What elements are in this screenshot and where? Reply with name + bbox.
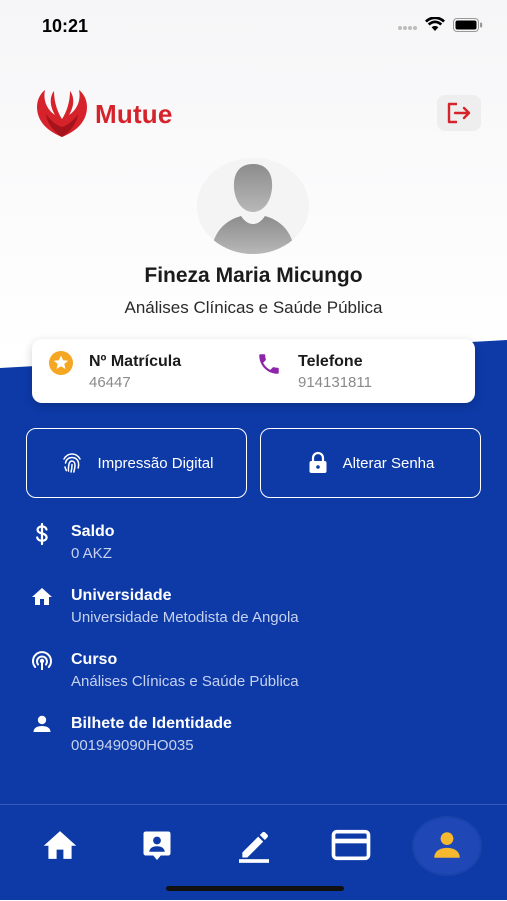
brand-name: Mutue <box>95 98 173 129</box>
broadcast-icon <box>32 651 52 670</box>
home-indicator <box>166 886 344 891</box>
user-course: Análises Clínicas e Saúde Pública <box>124 298 383 317</box>
matricula-label: Nº Matrícula <box>89 353 182 370</box>
nav-home[interactable] <box>35 820 85 870</box>
brand-logo: Mutue <box>33 87 173 141</box>
detail-bilhete-title: Bilhete de Identidade <box>71 715 232 732</box>
person-icon <box>33 715 51 732</box>
telefone-value: 914131811 <box>298 374 372 391</box>
user-name: Fineza Maria Micungo <box>144 264 363 287</box>
nav-profile[interactable] <box>422 820 472 870</box>
battery-icon <box>453 17 483 32</box>
profile-icon <box>434 832 460 858</box>
status-time: 10:21 <box>42 16 89 36</box>
detail-saldo-value: 0 AKZ <box>71 545 112 562</box>
change-password-button[interactable]: Alterar Senha <box>260 428 481 498</box>
telefone-item[interactable]: Telefone 914131811 <box>252 339 475 403</box>
detail-bilhete-value: 001949090HO035 <box>71 737 194 754</box>
detail-saldo: Saldo 0 AKZ <box>30 522 490 571</box>
fingerprint-button[interactable]: Impressão Digital <box>26 428 247 498</box>
phone-icon <box>259 354 279 374</box>
home-icon <box>43 831 77 859</box>
signal-icon <box>398 25 417 30</box>
wifi-icon <box>425 17 445 31</box>
edit-icon <box>239 831 269 863</box>
nav-edit[interactable] <box>229 820 279 870</box>
detail-curso: Curso Análises Clínicas e Saúde Pública <box>30 651 490 699</box>
detail-bilhete: Bilhete de Identidade 001949090HO035 <box>30 715 490 763</box>
logout-button[interactable] <box>437 95 481 131</box>
fingerprint-label: Impressão Digital <box>97 454 214 472</box>
fingerprint-icon <box>62 453 81 473</box>
detail-universidade-value: Universidade Metodista de Angola <box>71 609 299 626</box>
credit-card-icon <box>331 829 371 861</box>
nav-cards[interactable] <box>326 820 376 870</box>
home-icon <box>32 588 52 605</box>
info-card: Nº Matrícula 46447 Telefone 914131811 <box>32 339 475 403</box>
dollar-icon <box>36 522 48 546</box>
nav-contacts[interactable] <box>132 820 182 870</box>
contact-card-icon <box>143 831 171 860</box>
mutue-logo-icon <box>37 90 87 137</box>
star-badge-icon <box>49 351 73 375</box>
lock-icon <box>309 451 327 473</box>
detail-curso-title: Curso <box>71 651 118 668</box>
matricula-item: Nº Matrícula 46447 <box>32 339 252 403</box>
status-icons <box>397 17 483 32</box>
telefone-label: Telefone <box>298 353 363 370</box>
detail-universidade-title: Universidade <box>71 587 172 604</box>
logout-icon <box>447 102 471 124</box>
matricula-value: 46447 <box>89 374 131 391</box>
detail-universidade: Universidade Universidade Metodista de A… <box>30 587 490 635</box>
avatar-placeholder-icon <box>197 158 309 254</box>
status-bar: 10:21 <box>0 0 507 54</box>
detail-curso-value: Análises Clínicas e Saúde Pública <box>71 673 299 690</box>
avatar <box>197 158 309 254</box>
detail-saldo-title: Saldo <box>71 523 115 540</box>
change-password-label: Alterar Senha <box>342 454 435 472</box>
